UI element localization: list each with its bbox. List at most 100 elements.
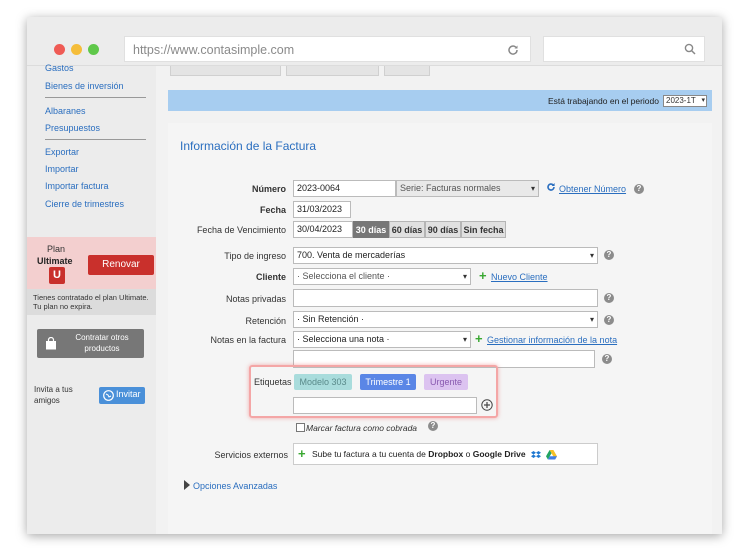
serie-value: Serie: Facturas normales bbox=[400, 183, 501, 193]
marcar-cobrada-label: Marcar factura como cobrada bbox=[306, 423, 418, 433]
chevron-down-icon: ▾ bbox=[701, 97, 705, 104]
plus-icon: + bbox=[298, 446, 306, 461]
help-icon[interactable]: ? bbox=[602, 354, 612, 364]
help-icon[interactable]: ? bbox=[604, 293, 614, 303]
sidebar-item-albaranes[interactable]: Albaranes bbox=[45, 106, 86, 116]
sidebar-item-presupuestos[interactable]: Presupuestos bbox=[45, 123, 100, 133]
invite-button[interactable]: Invitar bbox=[99, 387, 145, 404]
sidebar-item-bienes[interactable]: Bienes de inversión bbox=[45, 81, 124, 91]
plan-word: Plan bbox=[47, 244, 66, 254]
help-icon[interactable]: ? bbox=[604, 250, 614, 260]
cliente-label: Cliente bbox=[255, 272, 286, 282]
nuevo-cliente-link[interactable]: Nuevo Cliente bbox=[491, 272, 548, 282]
plan-name: Ultimate bbox=[37, 256, 73, 266]
reload-icon[interactable] bbox=[506, 43, 520, 57]
venc-30-button[interactable]: 30 días bbox=[353, 221, 389, 238]
sidebar-item-importar-factura[interactable]: Importar factura bbox=[45, 181, 109, 191]
tag-modelo-303[interactable]: Modelo 303 bbox=[294, 374, 352, 390]
opciones-avanzadas-link[interactable]: Opciones Avanzadas bbox=[193, 481, 277, 491]
sidebar-divider bbox=[45, 139, 146, 140]
minimize-window-dot[interactable] bbox=[71, 44, 82, 55]
maximize-window-dot[interactable] bbox=[88, 44, 99, 55]
retencion-value: · Sin Retención · bbox=[297, 314, 365, 324]
venc-60-button[interactable]: 60 días bbox=[389, 221, 425, 238]
sidebar-divider bbox=[45, 97, 146, 98]
tag-trimestre-1[interactable]: Trimestre 1 bbox=[360, 374, 416, 390]
ultimate-badge-icon: U bbox=[49, 267, 65, 284]
caret-right-icon[interactable] bbox=[184, 480, 190, 490]
servicios-dropbox: Dropbox bbox=[428, 449, 464, 459]
numero-input[interactable]: 2023-0064 bbox=[293, 180, 396, 197]
notas-factura-value: · Selecciona una nota · bbox=[297, 334, 390, 344]
cliente-select[interactable]: · Selecciona el cliente · ▾ bbox=[293, 268, 471, 285]
period-select[interactable]: 2023-1T ▾ bbox=[663, 95, 707, 107]
notas-privadas-label: Notas privadas bbox=[225, 294, 286, 304]
notas-factura-select[interactable]: · Selecciona una nota · ▾ bbox=[293, 331, 471, 348]
period-text: Está trabajando en el periodo bbox=[547, 96, 659, 106]
chevron-down-icon: ▾ bbox=[462, 335, 467, 344]
vencimiento-label: Fecha de Vencimiento bbox=[196, 225, 286, 235]
page-title: Información de la Factura bbox=[180, 139, 317, 153]
chevron-down-icon: ▾ bbox=[530, 184, 535, 193]
servicios-label: Servicios externos bbox=[214, 450, 288, 460]
contract-products-button[interactable]: Contratar otros productos bbox=[37, 329, 144, 358]
notas-factura-label: Notas en la factura bbox=[210, 335, 286, 345]
plan-note: Tienes contratado el plan Ultimate. Tu p… bbox=[27, 289, 156, 315]
tipo-ingreso-value: 700. Venta de mercaderías bbox=[297, 250, 406, 260]
venc-90-button[interactable]: 90 días bbox=[425, 221, 461, 238]
close-window-dot[interactable] bbox=[54, 44, 65, 55]
address-bar[interactable]: https://www.contasimple.com bbox=[124, 36, 531, 62]
tipo-ingreso-select[interactable]: 700. Venta de mercaderías ▾ bbox=[293, 247, 598, 264]
vencimiento-input[interactable]: 30/04/2023 bbox=[293, 221, 353, 238]
chevron-down-icon: ▾ bbox=[462, 272, 467, 281]
servicios-gdrive: Google Drive bbox=[472, 449, 526, 459]
plus-icon: + bbox=[475, 331, 483, 346]
globe-icon bbox=[103, 390, 114, 401]
browser-search-field[interactable] bbox=[543, 36, 705, 62]
servicios-box[interactable]: + Sube tu factura a tu cuenta de Dropbox… bbox=[293, 443, 598, 465]
top-tab[interactable] bbox=[384, 66, 430, 76]
top-tab[interactable] bbox=[286, 66, 379, 76]
add-tag-icon[interactable] bbox=[481, 399, 493, 411]
sidebar: Gastos Bienes de inversión Albaranes Pre… bbox=[27, 63, 156, 534]
chevron-down-icon: ▾ bbox=[589, 251, 594, 260]
obtener-numero-link[interactable]: Obtener Número bbox=[559, 184, 626, 194]
new-tag-input[interactable] bbox=[293, 397, 477, 414]
sidebar-item-importar[interactable]: Importar bbox=[45, 164, 79, 174]
chevron-down-icon: ▾ bbox=[589, 315, 594, 324]
numero-label: Número bbox=[251, 184, 286, 194]
refresh-number-icon[interactable] bbox=[546, 182, 556, 192]
plus-icon: + bbox=[479, 268, 487, 283]
sidebar-item-cierre-trimestres[interactable]: Cierre de trimestres bbox=[45, 199, 124, 209]
servicios-text: Sube tu factura a tu cuenta de Dropbox o… bbox=[312, 449, 526, 459]
retencion-select[interactable]: · Sin Retención · ▾ bbox=[293, 311, 598, 328]
period-bar: Está trabajando en el periodo 2023-1T ▾ bbox=[168, 90, 712, 111]
servicios-o: o bbox=[465, 449, 471, 459]
google-drive-icon[interactable] bbox=[546, 450, 557, 460]
fecha-input[interactable]: 31/03/2023 bbox=[293, 201, 351, 218]
address-text: https://www.contasimple.com bbox=[133, 43, 295, 57]
tag-urgente[interactable]: Urgente bbox=[424, 374, 468, 390]
serie-select[interactable]: Serie: Facturas normales ▾ bbox=[396, 180, 539, 197]
shopping-bag-icon bbox=[46, 337, 56, 350]
venc-sin-fecha-button[interactable]: Sin fecha bbox=[461, 221, 506, 238]
cliente-value: · Selecciona el cliente · bbox=[297, 271, 391, 281]
etiquetas-label: Etiquetas bbox=[254, 377, 292, 387]
help-icon[interactable]: ? bbox=[428, 421, 438, 431]
top-tab[interactable] bbox=[170, 66, 281, 76]
sidebar-item-gastos[interactable]: Gastos bbox=[45, 63, 74, 73]
gestionar-nota-link[interactable]: Gestionar información de la nota bbox=[487, 335, 617, 345]
dropbox-icon[interactable] bbox=[531, 450, 541, 460]
invite-button-label: Invitar bbox=[116, 389, 141, 399]
notas-privadas-textarea[interactable] bbox=[293, 289, 598, 307]
marcar-cobrada-checkbox[interactable] bbox=[296, 423, 305, 432]
retencion-label: Retención bbox=[245, 316, 286, 326]
contract-products-label: Contratar otros productos bbox=[75, 333, 129, 353]
browser-toolbar: https://www.contasimple.com bbox=[27, 17, 722, 66]
period-value: 2023-1T bbox=[666, 96, 696, 105]
sidebar-item-exportar[interactable]: Exportar bbox=[45, 147, 79, 157]
renew-button[interactable]: Renovar bbox=[88, 255, 154, 275]
invite-text: Invita a tus amigos bbox=[34, 385, 73, 405]
help-icon[interactable]: ? bbox=[634, 184, 644, 194]
help-icon[interactable]: ? bbox=[604, 315, 614, 325]
